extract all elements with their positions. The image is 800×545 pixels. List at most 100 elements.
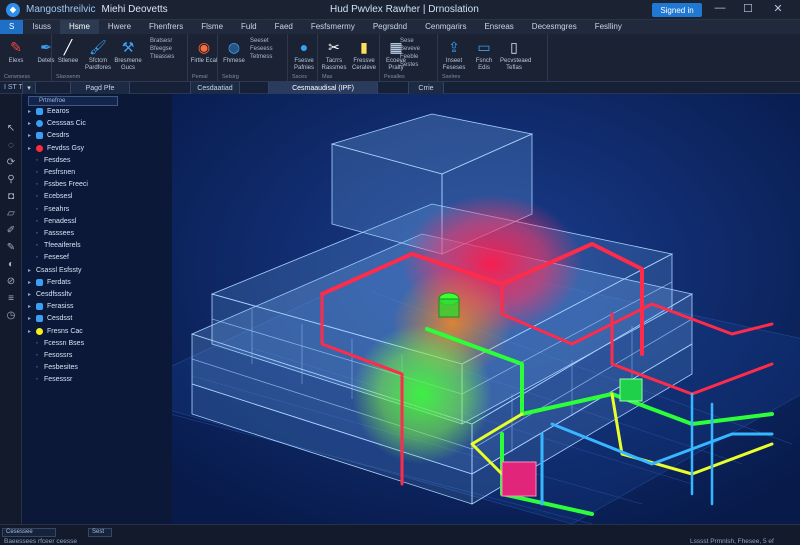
ribbon-mini-item[interactable]: Seeset	[250, 38, 269, 44]
layers-icon[interactable]: ≡	[4, 292, 18, 306]
section-icon[interactable]: ▱	[4, 207, 18, 221]
tree-node[interactable]: ▸ Cesdsst	[28, 315, 72, 323]
caret-icon[interactable]: ╴	[36, 376, 44, 383]
caret-icon[interactable]: ╴	[36, 352, 44, 359]
caret-icon[interactable]: ▸	[28, 132, 36, 139]
caret-icon[interactable]: ╴	[36, 181, 44, 188]
3d-viewport[interactable]	[172, 94, 800, 524]
minimize-button[interactable]: —	[712, 2, 728, 14]
tree-node[interactable]: ╴ Fssbes Freeci	[36, 181, 88, 188]
caret-icon[interactable]: ╴	[36, 340, 44, 347]
caret-icon[interactable]: ▸	[28, 267, 36, 274]
ribbon-button-1-2[interactable]: ⚒ Bresmene Gucs	[114, 38, 142, 72]
tree-node[interactable]: ▸ Csassl Esfssty	[28, 267, 82, 274]
caret-icon[interactable]: ╴	[36, 169, 44, 176]
ribbon-mini-item[interactable]: Bfeegse	[150, 46, 172, 52]
measure-icon[interactable]: ✐	[4, 224, 18, 238]
tree-node[interactable]: ╴ Tfeeaiferels	[36, 242, 81, 249]
close-button[interactable]: ✕	[770, 2, 786, 15]
camera-icon[interactable]: ◘	[4, 190, 18, 204]
tree-node[interactable]: ╴ Fesbesites	[36, 364, 78, 371]
ribbon-button-2-0[interactable]: ◉ Firtle Ecal	[190, 38, 218, 65]
view-tab-1[interactable]: Pagd Pfe	[70, 82, 130, 94]
ribbon-mini-item[interactable]: Feseess	[250, 46, 273, 52]
hide-icon[interactable]: ◐	[4, 258, 18, 272]
tab-5[interactable]: Fuld	[232, 20, 266, 34]
ribbon-mini-item[interactable]: Feeble	[400, 54, 418, 60]
caret-icon[interactable]: ▸	[28, 291, 36, 298]
tab-file[interactable]: S	[0, 20, 24, 34]
signin-button[interactable]: Signed in	[652, 3, 702, 17]
view-tab-2[interactable]: Cesdaatiad	[190, 82, 240, 94]
caret-icon[interactable]: ▸	[28, 145, 36, 152]
caret-icon[interactable]: ╴	[36, 218, 44, 225]
view-tab-4[interactable]: Crrie	[408, 82, 444, 94]
tree-node[interactable]: ▸ Ferdats	[28, 278, 71, 286]
caret-icon[interactable]: ▸	[28, 279, 36, 286]
time-icon[interactable]: ◷	[4, 309, 18, 323]
ribbon-button-0-0[interactable]: ✎ Elexs	[2, 38, 30, 65]
caret-icon[interactable]: ╴	[36, 364, 44, 371]
tab-12[interactable]: Feslliny	[586, 20, 631, 34]
tree-node[interactable]: ╴ Fenadessl	[36, 218, 76, 225]
select-icon[interactable]: ↖	[4, 122, 18, 136]
app-logo-icon[interactable]: ◆	[6, 2, 20, 17]
tree-node[interactable]: ▸ Fevdss Gsy	[28, 144, 84, 152]
maximize-button[interactable]: ☐	[740, 2, 756, 15]
tree-node[interactable]: ╴ Ecebsesl	[36, 193, 72, 200]
tree-node[interactable]: ▸ Cesssas Cic	[28, 120, 86, 128]
ribbon-mini-item[interactable]: Sese	[400, 38, 414, 44]
markup-icon[interactable]: ✎	[4, 241, 18, 255]
walk-icon[interactable]: ⚲	[4, 173, 18, 187]
ribbon-mini-item[interactable]: Bratsesr	[150, 38, 172, 44]
ribbon-button-7-1[interactable]: ▭ Fsnch Edis	[470, 38, 498, 72]
tab-2[interactable]: Hwere	[99, 20, 140, 34]
lasso-icon[interactable]: ◌	[4, 139, 18, 153]
ribbon-button-5-1[interactable]: ▮ Fressve Ceraleve	[350, 38, 378, 72]
caret-icon[interactable]: ╴	[36, 230, 44, 237]
tree-node[interactable]: ╴ Fesdses	[36, 157, 70, 164]
caret-icon[interactable]: ╴	[36, 254, 44, 261]
tree-node[interactable]: ╴ Fesesssr	[36, 376, 72, 383]
tab-3[interactable]: Fhenfrers	[140, 20, 192, 34]
tab-7[interactable]: Fesfsmermy	[302, 20, 364, 34]
view-tab-3[interactable]: Cesmaaudisal (IPF)	[268, 82, 378, 94]
ribbon-button-5-0[interactable]: ✂ Tacrrs Rassmes	[320, 38, 348, 72]
tab-4[interactable]: Flsme	[192, 20, 232, 34]
tree-node[interactable]: ▸ Cesdfsssltv	[28, 291, 72, 298]
tree-node[interactable]: ▸ Cesdrs	[28, 132, 69, 140]
status-field-1[interactable]: Cesessee	[2, 528, 56, 537]
tree-node[interactable]: ╴ Fesossrs	[36, 352, 72, 359]
ribbon-button-3-0[interactable]: ◍ Fhmese	[220, 38, 248, 65]
tree-node[interactable]: ▸ Fresns Cac	[28, 327, 83, 335]
ribbon-mini-item[interactable]: Tetmess	[250, 54, 272, 60]
tab-11[interactable]: Decesmgres	[523, 20, 586, 34]
tab-1[interactable]: Hsme	[60, 20, 99, 34]
tree-node[interactable]: ╴ Fesfrsnen	[36, 169, 75, 176]
ribbon-button-1-1[interactable]: 🖌 Sfctcm Pardfores	[84, 38, 112, 72]
tree-toggle-button[interactable]: ▾	[22, 82, 36, 94]
caret-icon[interactable]: ╴	[36, 193, 44, 200]
tree-node[interactable]: ▸ Ferasiss	[28, 303, 73, 311]
ribbon-button-7-2[interactable]: ▯ Pecvsteaed Teflas	[500, 38, 531, 72]
caret-icon[interactable]: ▸	[28, 328, 36, 335]
ribbon-mini-item[interactable]: Tteasses	[150, 54, 174, 60]
tree-node[interactable]: ╴ Fcessn Bses	[36, 340, 84, 347]
ribbon-mini-item[interactable]: Sestes	[400, 62, 418, 68]
tab-8[interactable]: Pegrsdnd	[364, 20, 416, 34]
caret-icon[interactable]: ╴	[36, 206, 44, 213]
caret-icon[interactable]: ▸	[28, 315, 36, 322]
tab-0[interactable]: Isuss	[23, 20, 60, 34]
tree-search-input[interactable]: Prtmefroe	[28, 96, 118, 106]
ribbon-mini-item[interactable]: Beveve	[400, 46, 420, 52]
tree-node[interactable]: ▸ Eearos	[28, 108, 69, 115]
tree-node[interactable]: ╴ Fasssees	[36, 230, 74, 237]
tab-10[interactable]: Ensreas	[475, 20, 522, 34]
tree-node[interactable]: ╴ Fseahrs	[36, 206, 69, 213]
caret-icon[interactable]: ╴	[36, 242, 44, 249]
ribbon-button-7-0[interactable]: ⇪ Inseet Feseses	[440, 38, 468, 72]
caret-icon[interactable]: ▸	[28, 303, 36, 310]
tab-9[interactable]: Cenmgarirs	[416, 20, 475, 34]
caret-icon[interactable]: ╴	[36, 157, 44, 164]
model-view[interactable]	[172, 94, 800, 524]
